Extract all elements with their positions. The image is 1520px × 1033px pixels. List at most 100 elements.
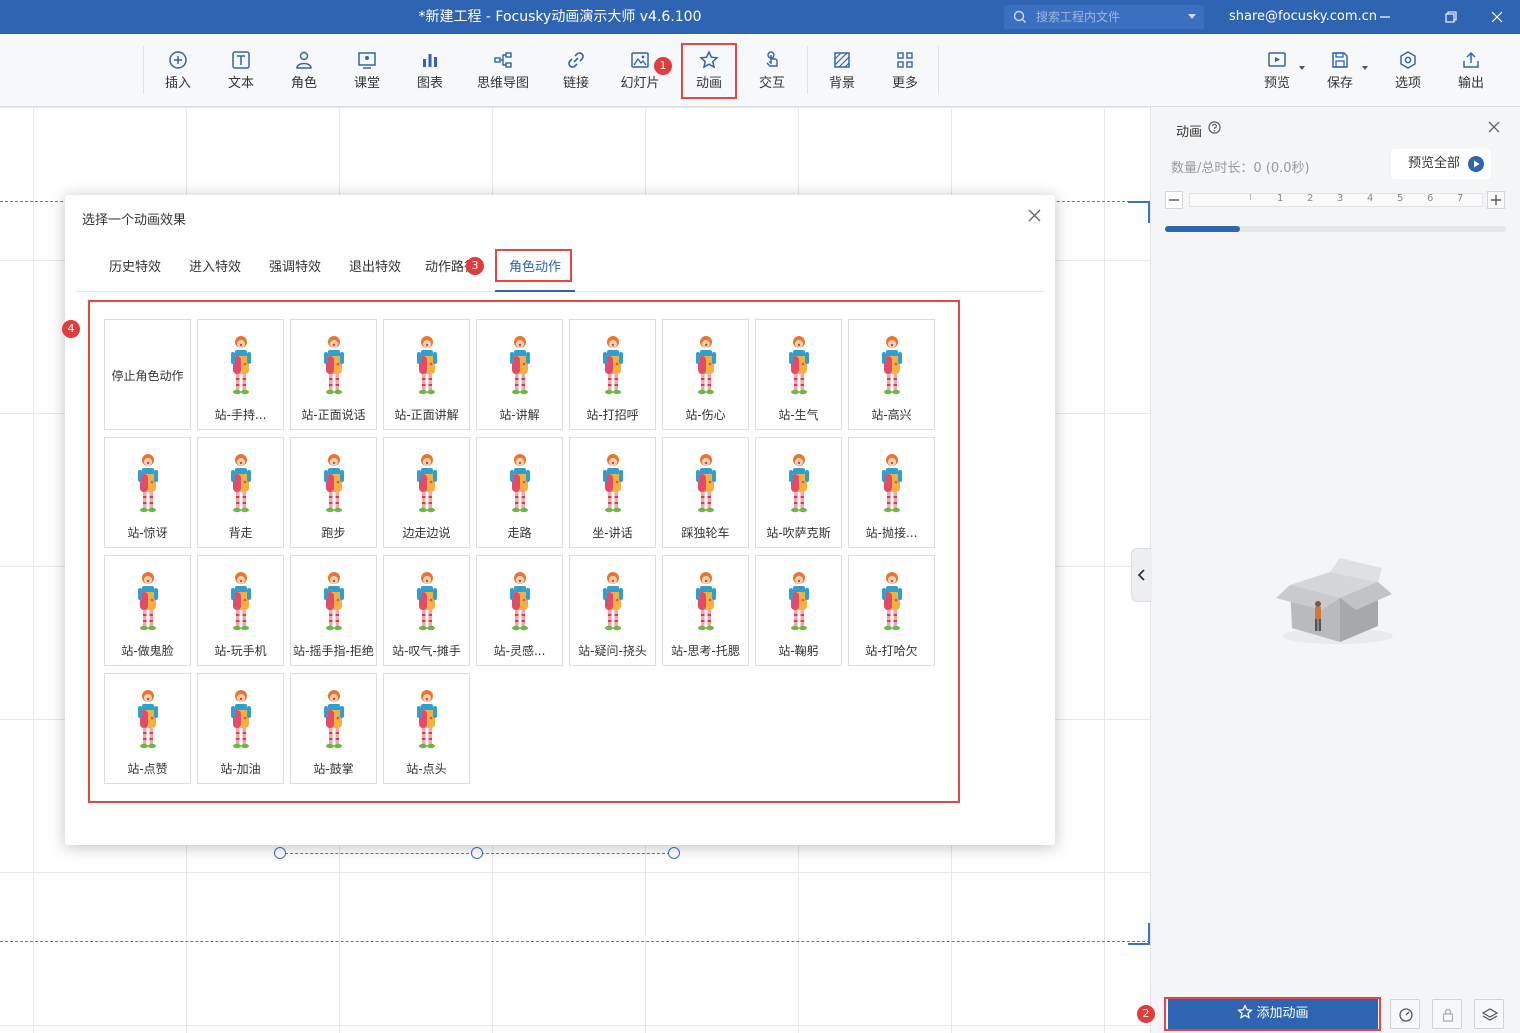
play-icon (1468, 156, 1484, 172)
highlight-character-tab (495, 249, 572, 282)
toolbar-text-button[interactable]: 文本 (221, 46, 261, 96)
tab-history[interactable]: 历史特效 (95, 250, 175, 290)
close-icon[interactable] (1488, 8, 1506, 26)
main-toolbar: 插入 文本 角色 课堂 图表 思维导图 链接 幻灯片 动画 交互 背景 更多 预… (0, 34, 1520, 107)
toolbar-item-label: 交互 (758, 76, 785, 91)
mindmap-icon (494, 52, 512, 68)
account-email[interactable]: share@focusky.com.cn (1229, 0, 1377, 34)
toolbar-item-label: 选项 (1394, 76, 1421, 91)
ruler-tick-label: 3 (1337, 193, 1344, 204)
zoom-out-button[interactable] (1165, 191, 1183, 209)
ruler-tick-label: 5 (1397, 193, 1404, 204)
timing-button[interactable] (1390, 999, 1420, 1029)
close-icon[interactable] (1028, 209, 1041, 222)
step-badge: 1 (654, 57, 672, 75)
export-icon (1463, 51, 1479, 68)
toolbar-more-button[interactable]: 更多 (885, 46, 925, 96)
resize-handle[interactable] (274, 847, 286, 859)
toolbar-insert-button[interactable]: 插入 (158, 46, 198, 96)
help-icon[interactable] (1208, 121, 1221, 134)
resize-handle[interactable] (471, 847, 483, 859)
chart-icon (423, 54, 437, 67)
ruler-tick-label: 7 (1457, 193, 1464, 204)
toolbar-item-label: 思维导图 (476, 76, 529, 91)
ruler-tick-label: 1 (1277, 193, 1284, 204)
timeline-track[interactable] (1189, 193, 1483, 207)
timeline-ruler[interactable]: 1 2 3 4 5 6 7 (1165, 190, 1507, 210)
panel-collapse-toggle[interactable] (1131, 548, 1152, 602)
restore-icon[interactable] (1442, 8, 1460, 26)
toolbar-divider (143, 46, 144, 94)
chevron-down-icon[interactable] (1362, 66, 1368, 70)
background-icon (834, 52, 850, 68)
frame-guide-bottom (0, 941, 1150, 942)
lock-button[interactable] (1432, 999, 1462, 1029)
chevron-down-icon[interactable] (1299, 66, 1305, 70)
title-bar: *新建工程 - Focusky动画演示大师 v4.6.100 搜索工程内文件 s… (0, 0, 1520, 34)
add-animation-button[interactable]: 添加动画 (1168, 999, 1378, 1029)
save-icon (1332, 52, 1348, 68)
dialog-title: 选择一个动画效果 (82, 213, 187, 228)
toolbar-chart-button[interactable]: 图表 (410, 46, 450, 96)
zoom-in-button[interactable] (1487, 191, 1505, 209)
frame-corner (1128, 923, 1150, 945)
toolbar-character-button[interactable]: 角色 (284, 46, 324, 96)
toolbar-preview-button[interactable]: 预览 (1257, 46, 1305, 96)
ruler-tick-label: 2 (1307, 193, 1314, 204)
toolbar-divider (807, 46, 808, 94)
tab-entrance[interactable]: 进入特效 (175, 250, 255, 290)
add-animation-label: 添加动画 (1256, 1006, 1309, 1021)
lock-icon (1442, 1008, 1454, 1022)
toolbar-divider (938, 46, 939, 94)
toolbar-item-label: 文本 (227, 76, 254, 91)
tab-emphasis[interactable]: 强调特效 (255, 250, 335, 290)
frame-corner (1128, 201, 1150, 223)
slide-icon (631, 52, 649, 68)
toolbar-classroom-button[interactable]: 课堂 (347, 46, 387, 96)
panel-title: 动画 (1176, 125, 1203, 140)
resize-handle[interactable] (668, 847, 680, 859)
timer-icon (1399, 1008, 1413, 1022)
toolbar-background-button[interactable]: 背景 (822, 46, 862, 96)
ruler-tick-label: 6 (1427, 193, 1434, 204)
chevron-down-icon[interactable] (1188, 14, 1196, 19)
toolbar-link-button[interactable]: 链接 (556, 46, 596, 96)
step-badge: 3 (466, 257, 484, 275)
toolbar-save-button[interactable]: 保存 (1320, 46, 1368, 96)
preview-all-label: 预览全部 (1408, 156, 1461, 171)
minimize-icon[interactable] (1376, 8, 1394, 26)
toolbar-item-label: 插入 (164, 76, 191, 91)
toolbar-item-label: 链接 (562, 76, 589, 91)
preview-all-button[interactable]: 预览全部 (1391, 149, 1491, 179)
search-icon (1013, 10, 1026, 23)
toolbar-item-label: 图表 (416, 76, 443, 91)
layers-button[interactable] (1474, 999, 1504, 1029)
toolbar-item-label: 预览 (1263, 76, 1290, 91)
star-icon (1237, 1004, 1254, 1019)
preview-icon (1268, 52, 1286, 67)
character-icon (296, 51, 312, 69)
empty-box-illustration (1276, 558, 1393, 644)
toolbar-item-label: 背景 (828, 76, 855, 91)
toolbar-item-label: 更多 (891, 76, 918, 91)
touch-icon (766, 51, 778, 67)
toolbar-mindmap-button[interactable]: 思维导图 (473, 46, 533, 96)
minus-icon (1169, 199, 1179, 201)
toolbar-item-label: 角色 (290, 76, 317, 91)
project-search-input[interactable]: 搜索工程内文件 (1004, 5, 1204, 29)
plus-icon (1491, 195, 1501, 205)
scrollbar-thumb[interactable] (1165, 226, 1241, 232)
toolbar-export-button[interactable]: 输出 (1451, 46, 1491, 96)
toolbar-item-label: 保存 (1326, 76, 1353, 91)
highlight-animation-button (681, 43, 737, 99)
highlight-action-grid (88, 300, 960, 803)
search-placeholder: 搜索工程内文件 (1036, 10, 1121, 24)
close-icon[interactable] (1487, 120, 1501, 134)
timeline-scrollbar[interactable] (1165, 226, 1506, 232)
toolbar-interaction-button[interactable]: 交互 (752, 46, 792, 96)
step-badge: 2 (1137, 1005, 1155, 1023)
tab-exit[interactable]: 退出特效 (335, 250, 415, 290)
link-icon (568, 52, 584, 68)
step-badge: 4 (62, 320, 80, 338)
toolbar-options-button[interactable]: 选项 (1388, 46, 1428, 96)
